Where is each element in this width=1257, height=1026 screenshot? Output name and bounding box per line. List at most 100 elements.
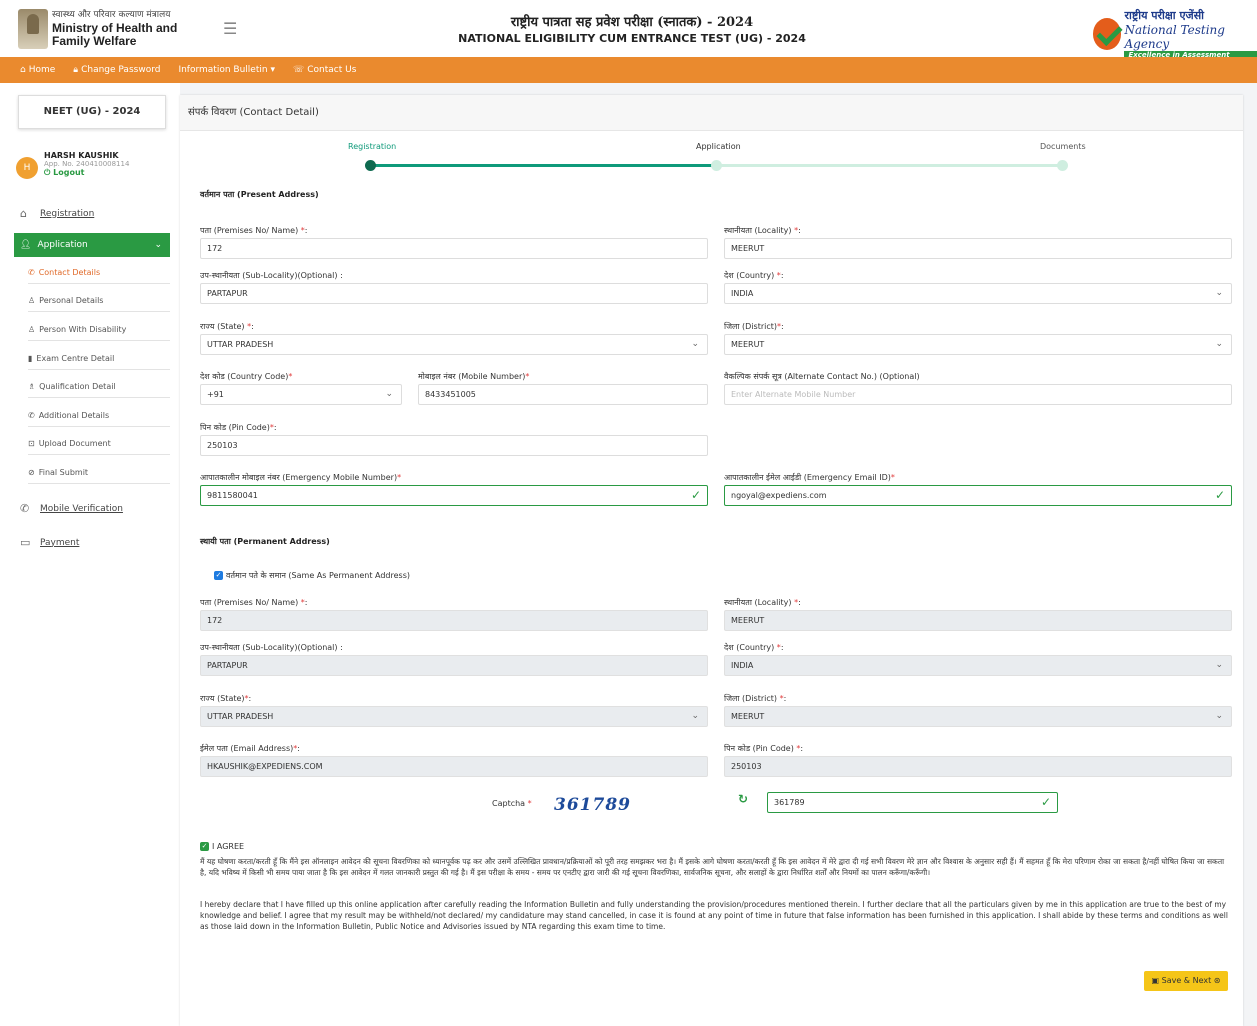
phone-icon: ✆ bbox=[28, 411, 35, 420]
same-as-checkbox[interactable]: ✓ वर्तमान पते के समान (Same As Permanent … bbox=[214, 570, 410, 581]
locality-field[interactable]: MEERUT bbox=[724, 238, 1232, 259]
mobile-field[interactable]: 8433451005 bbox=[418, 384, 708, 405]
present-address-heading: वर्तमान पता (Present Address) bbox=[200, 190, 319, 199]
sidebar-sub-label: Final Submit bbox=[38, 468, 89, 477]
exam-title-english: NATIONAL ELIGIBILITY CUM ENTRANCE TEST (… bbox=[458, 32, 806, 45]
declaration-english: I hereby declare that I have filled up t… bbox=[200, 900, 1228, 931]
phone-icon: ✆ bbox=[20, 502, 30, 515]
chevron-down-icon: ⌄ bbox=[154, 240, 162, 250]
sidebar-item-payment[interactable]: ▭ Payment bbox=[20, 536, 79, 549]
sidebar-sub-personal-details[interactable]: ♙ Personal Details bbox=[28, 296, 170, 312]
emergency-email-field[interactable]: ngoyal@expediens.com ✓ bbox=[724, 485, 1232, 506]
step-application: Application bbox=[696, 142, 741, 151]
sidebar-item-mobile-verification[interactable]: ✆ Mobile Verification bbox=[20, 502, 123, 515]
sub-locality-label: उप-स्थानीयता (Sub-Locality)(Optional) : bbox=[200, 271, 343, 280]
sidebar-item-application[interactable]: 👤︎ Application ⌄ bbox=[14, 233, 170, 257]
logout-link[interactable]: ⏻ Logout bbox=[44, 168, 129, 178]
person-icon: ♙ bbox=[28, 296, 36, 305]
nav-home-label: Home bbox=[28, 65, 56, 75]
sidebar-item-label: Application bbox=[37, 240, 88, 250]
sidebar: NEET (UG) - 2024 H HARSH KAUSHIK App. No… bbox=[0, 83, 180, 1026]
sidebar-sub-additional[interactable]: ✆ Additional Details bbox=[28, 411, 170, 427]
nta-check-icon bbox=[1093, 17, 1122, 50]
nav-home[interactable]: ⌂ Home bbox=[20, 65, 55, 75]
sidebar-sub-contact-details[interactable]: ✆ Contact Details bbox=[28, 268, 170, 284]
perm-locality-field: MEERUT bbox=[724, 610, 1232, 631]
sidebar-sub-disability[interactable]: ♙ Person With Disability bbox=[28, 325, 170, 341]
user-profile: H HARSH KAUSHIK App. No. 240410008114 ⏻ … bbox=[16, 151, 129, 179]
captcha-label: Captcha * bbox=[492, 799, 532, 808]
refresh-captcha-icon[interactable]: ↻ bbox=[738, 792, 748, 806]
sidebar-sub-exam-centre[interactable]: ▮ Exam Centre Detail bbox=[28, 354, 170, 370]
perm-state-label: राज्य (State)*: bbox=[200, 694, 252, 703]
sidebar-item-registration[interactable]: ⌂ Registration bbox=[20, 207, 94, 220]
step-dot-registration bbox=[365, 160, 376, 171]
country-code-select[interactable]: +91 ⌄ bbox=[200, 384, 402, 405]
nav-contact-label: Contact Us bbox=[307, 65, 357, 75]
home-icon: ⌂ bbox=[20, 65, 26, 75]
sidebar-sub-final-submit[interactable]: ⊘ Final Submit bbox=[28, 468, 170, 484]
step-dot-application bbox=[711, 160, 722, 171]
agree-label: I AGREE bbox=[212, 842, 245, 851]
pin-field[interactable]: 250103 bbox=[200, 435, 708, 456]
nav-info-bulletin[interactable]: Information Bulletin ▾ bbox=[178, 65, 275, 75]
save-icon: ▣ bbox=[1151, 976, 1160, 985]
sidebar-sub-label: Personal Details bbox=[39, 296, 104, 305]
person-icon: ♙ bbox=[28, 325, 36, 334]
district-select[interactable]: MEERUT ⌄ bbox=[724, 334, 1232, 355]
perm-premises-field: 172 bbox=[200, 610, 708, 631]
lock-icon: 🔒︎ bbox=[73, 65, 79, 75]
nta-logo: राष्ट्रीय परीक्षा एजेंसी National Testin… bbox=[1093, 8, 1257, 59]
sidebar-sub-label: Exam Centre Detail bbox=[36, 354, 115, 363]
alt-contact-field[interactable]: Enter Alternate Mobile Number bbox=[724, 384, 1232, 405]
caret-down-icon: ▾ bbox=[270, 65, 275, 75]
site-header: स्वास्थ्य और परिवार कल्याण मंत्रालय Mini… bbox=[0, 0, 1257, 59]
nav-change-password[interactable]: 🔒︎ Change Password bbox=[73, 65, 160, 75]
check-icon: ✓ bbox=[690, 488, 701, 502]
progress-stepper: Registration Application Documents bbox=[180, 139, 1243, 179]
home-icon: ⌂ bbox=[20, 207, 27, 220]
application-number: App. No. 240410008114 bbox=[44, 160, 130, 168]
chevron-down-icon: ⌄ bbox=[1215, 288, 1223, 298]
credit-card-icon: ▭ bbox=[20, 536, 31, 549]
chevron-down-icon: ⌄ bbox=[691, 339, 699, 349]
sub-locality-field[interactable]: PARTAPUR bbox=[200, 283, 708, 304]
captcha-image: 361789 bbox=[554, 795, 631, 815]
nav-change-password-label: Change Password bbox=[81, 65, 161, 75]
perm-premises-label: पता (Premises No/ Name) *: bbox=[200, 598, 308, 607]
step-line-2 bbox=[716, 164, 1062, 167]
step-documents: Documents bbox=[1040, 142, 1086, 151]
country-select[interactable]: INDIA ⌄ bbox=[724, 283, 1232, 304]
agree-checkbox[interactable]: ✓ I AGREE bbox=[200, 842, 244, 851]
perm-district-label: जिला (District) *: bbox=[724, 694, 787, 703]
user-add-icon: 👤︎ bbox=[20, 240, 32, 250]
nav-contact[interactable]: ☏ Contact Us bbox=[293, 65, 356, 75]
national-emblem-icon bbox=[18, 8, 48, 49]
captcha-input[interactable]: 361789 ✓ bbox=[767, 792, 1058, 813]
user-name: HARSH KAUSHIK bbox=[44, 151, 119, 160]
premises-label: पता (Premises No/ Name) *: bbox=[200, 226, 308, 235]
perm-pin-field: 250103 bbox=[724, 756, 1232, 777]
emergency-mobile-field[interactable]: 9811580041 ✓ bbox=[200, 485, 708, 506]
sidebar-item-label: Mobile Verification bbox=[40, 503, 123, 514]
nta-name-hindi: राष्ट्रीय परीक्षा एजेंसी bbox=[1124, 9, 1204, 22]
perm-locality-label: स्थानीयता (Locality) *: bbox=[724, 598, 801, 607]
chevron-down-icon: ⌄ bbox=[1215, 711, 1223, 721]
sidebar-sub-label: Qualification Detail bbox=[39, 382, 116, 391]
power-icon: ⏻ bbox=[44, 168, 51, 177]
chat-icon: ☏ bbox=[292, 65, 305, 75]
sidebar-sub-upload[interactable]: ⊡ Upload Document bbox=[28, 439, 170, 455]
premises-field[interactable]: 172 bbox=[200, 238, 708, 259]
save-next-button[interactable]: ▣ Save & Next ⊛ bbox=[1144, 971, 1228, 991]
step-line-1 bbox=[370, 164, 716, 167]
sidebar-sub-qualification[interactable]: ♗ Qualification Detail bbox=[28, 382, 170, 398]
hamburger-menu-icon[interactable]: ☰ bbox=[223, 19, 237, 38]
sidebar-sub-label: Person With Disability bbox=[39, 325, 127, 334]
checkbox-checked-icon: ✓ bbox=[200, 842, 209, 851]
emergency-mobile-label: आपातकालीन मोबाइल नंबर (Emergency Mobile … bbox=[200, 473, 402, 482]
perm-sub-locality-label: उप-स्थानीयता (Sub-Locality)(Optional) : bbox=[200, 643, 343, 652]
chevron-down-icon: ⌄ bbox=[1215, 339, 1223, 349]
perm-country-label: देश (Country) *: bbox=[724, 643, 784, 652]
state-select[interactable]: UTTAR PRADESH ⌄ bbox=[200, 334, 708, 355]
country-code-label: देश कोड (Country Code)* bbox=[200, 372, 293, 381]
